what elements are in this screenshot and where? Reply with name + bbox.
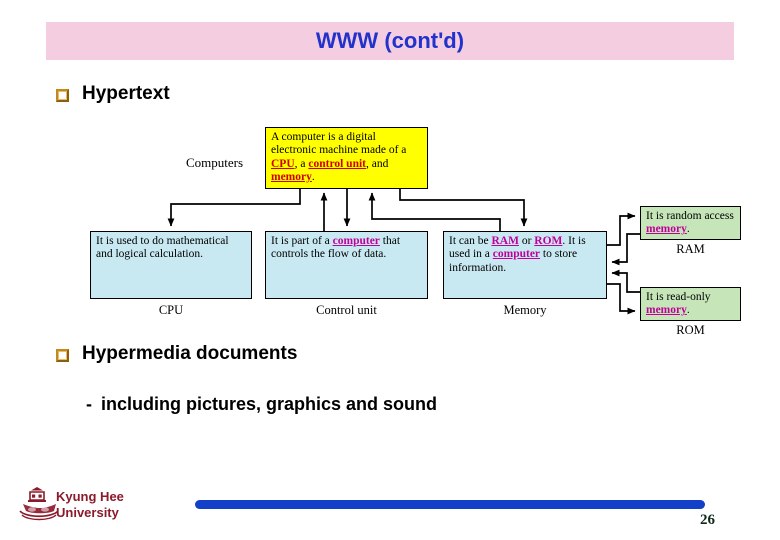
hyperlink[interactable]: computer [333,235,380,247]
diagram-node-ram[interactable]: It is random access memory. [640,206,741,240]
diagram-caption-memory: Memory [503,303,547,317]
footer-divider-bar [195,500,705,509]
diagram-caption-control-unit: Control unit [316,303,377,317]
diagram-node-cpu[interactable]: It is used to do mathematical and logica… [90,231,252,299]
hyperlink[interactable]: control unit [308,158,366,170]
bullet-label: Hypertext [82,83,170,104]
diagram-source-label: Computers [186,155,244,170]
hyperlink[interactable]: ROM [534,235,562,247]
hyperlink[interactable]: memory [646,304,687,316]
diagram-node-rom[interactable]: It is read-only memory. [640,287,741,321]
diagram-caption-ram: RAM [676,242,705,256]
hyperlink[interactable]: memory [646,223,687,235]
diagram-node-root[interactable]: A computer is a digital electronic machi… [265,127,428,189]
footer-university-name: Kyung Hee University [56,489,124,520]
hyperlink[interactable]: CPU [271,158,295,170]
hyperlink[interactable]: memory [271,171,312,183]
dash-marker: - [86,394,92,414]
bullet-item-hypermedia: Hypermedia documents [56,343,297,365]
square-bullet-icon [56,348,69,362]
diagram-caption-cpu: CPU [158,303,184,317]
slide-title-bar: WWW (cont'd) [46,22,734,60]
page-number: 26 [700,512,715,528]
page-title: WWW (cont'd) [315,28,465,53]
diagram-caption-rom: ROM [676,323,705,337]
hyperlink[interactable]: RAM [491,235,518,247]
bullet-label: Hypermedia documents [82,343,298,364]
hyperlink[interactable]: computer [493,248,540,260]
hypertext-diagram: Computers A computer is a digital electr… [0,112,780,347]
sub-bullet-item: - including pictures, graphics and sound [86,394,437,415]
sub-bullet-label: including pictures, graphics and sound [101,394,438,414]
bullet-item-hypertext: Hypertext [56,83,170,105]
diagram-node-control-unit[interactable]: It is part of a computer that controls t… [265,231,428,299]
square-bullet-icon [56,88,69,102]
diagram-node-memory[interactable]: It can be RAM or ROM. It is used in a co… [443,231,607,299]
